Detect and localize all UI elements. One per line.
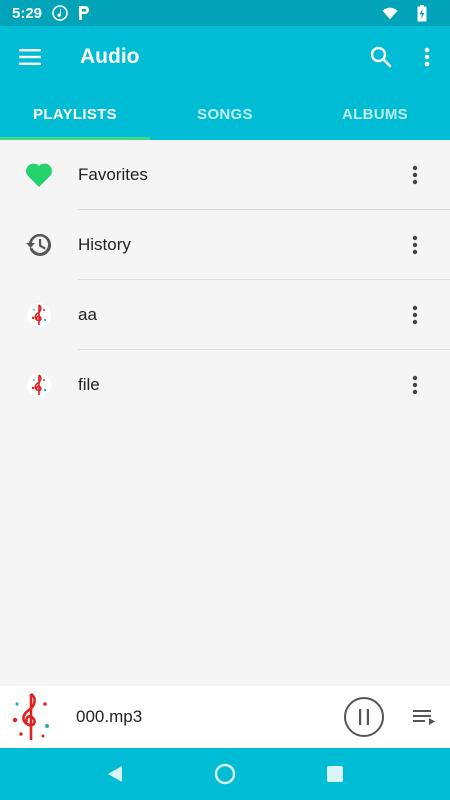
back-button[interactable]: [95, 754, 135, 794]
battery-charging-icon: [414, 4, 430, 21]
more-vertical-icon: [412, 165, 418, 185]
list-item-label: aa: [78, 305, 97, 324]
list-item-label: file: [78, 375, 100, 394]
mini-player[interactable]: 000.mp3: [0, 686, 450, 748]
menu-button[interactable]: [0, 26, 60, 88]
parking-p-icon: [76, 5, 92, 21]
heart-icon: [0, 140, 78, 210]
item-more-button[interactable]: [380, 210, 450, 280]
overflow-menu-button[interactable]: [404, 26, 450, 88]
home-button[interactable]: [205, 754, 245, 794]
list-item[interactable]: Favorites: [0, 140, 450, 210]
status-bar: 5:29: [0, 0, 450, 26]
item-more-button[interactable]: [380, 350, 450, 420]
search-icon: [370, 46, 392, 68]
music-note-icon: [52, 5, 68, 21]
item-more-button[interactable]: [380, 280, 450, 350]
more-vertical-icon: [412, 235, 418, 255]
album-art-icon: [0, 686, 62, 748]
list-item[interactable]: file: [0, 350, 450, 420]
music-art-icon: [0, 280, 78, 350]
more-vertical-icon: [412, 305, 418, 325]
menu-icon: [19, 49, 41, 65]
home-icon: [214, 763, 236, 785]
wifi-icon: [382, 5, 398, 21]
list-item-label: History: [78, 235, 131, 254]
tab-playlists[interactable]: PLAYLISTS: [0, 88, 150, 140]
pause-icon: [359, 709, 369, 725]
playlist-list: Favorites History aa file: [0, 140, 450, 420]
music-art-icon: [0, 350, 78, 420]
history-icon: [0, 210, 78, 280]
list-item-label: Favorites: [78, 165, 148, 184]
queue-button[interactable]: [404, 686, 446, 748]
list-item[interactable]: aa: [0, 280, 450, 350]
back-icon: [108, 766, 122, 782]
more-vertical-icon: [412, 375, 418, 395]
pause-button[interactable]: [344, 697, 384, 737]
tab-albums[interactable]: ALBUMS: [300, 88, 450, 140]
tab-bar: PLAYLISTS SONGS ALBUMS: [0, 88, 450, 140]
app-bar: Audio: [0, 26, 450, 88]
queue-icon: [413, 710, 435, 725]
system-nav-bar: [0, 748, 450, 800]
status-time: 5:29: [12, 4, 43, 22]
search-button[interactable]: [358, 26, 404, 88]
page-title: Audio: [80, 45, 140, 68]
track-title: 000.mp3: [76, 707, 143, 726]
tab-songs[interactable]: SONGS: [150, 88, 300, 140]
list-item[interactable]: History: [0, 210, 450, 280]
recents-icon: [327, 766, 343, 782]
overflow-menu-icon: [424, 47, 430, 67]
recents-button[interactable]: [315, 754, 355, 794]
item-more-button[interactable]: [380, 140, 450, 210]
